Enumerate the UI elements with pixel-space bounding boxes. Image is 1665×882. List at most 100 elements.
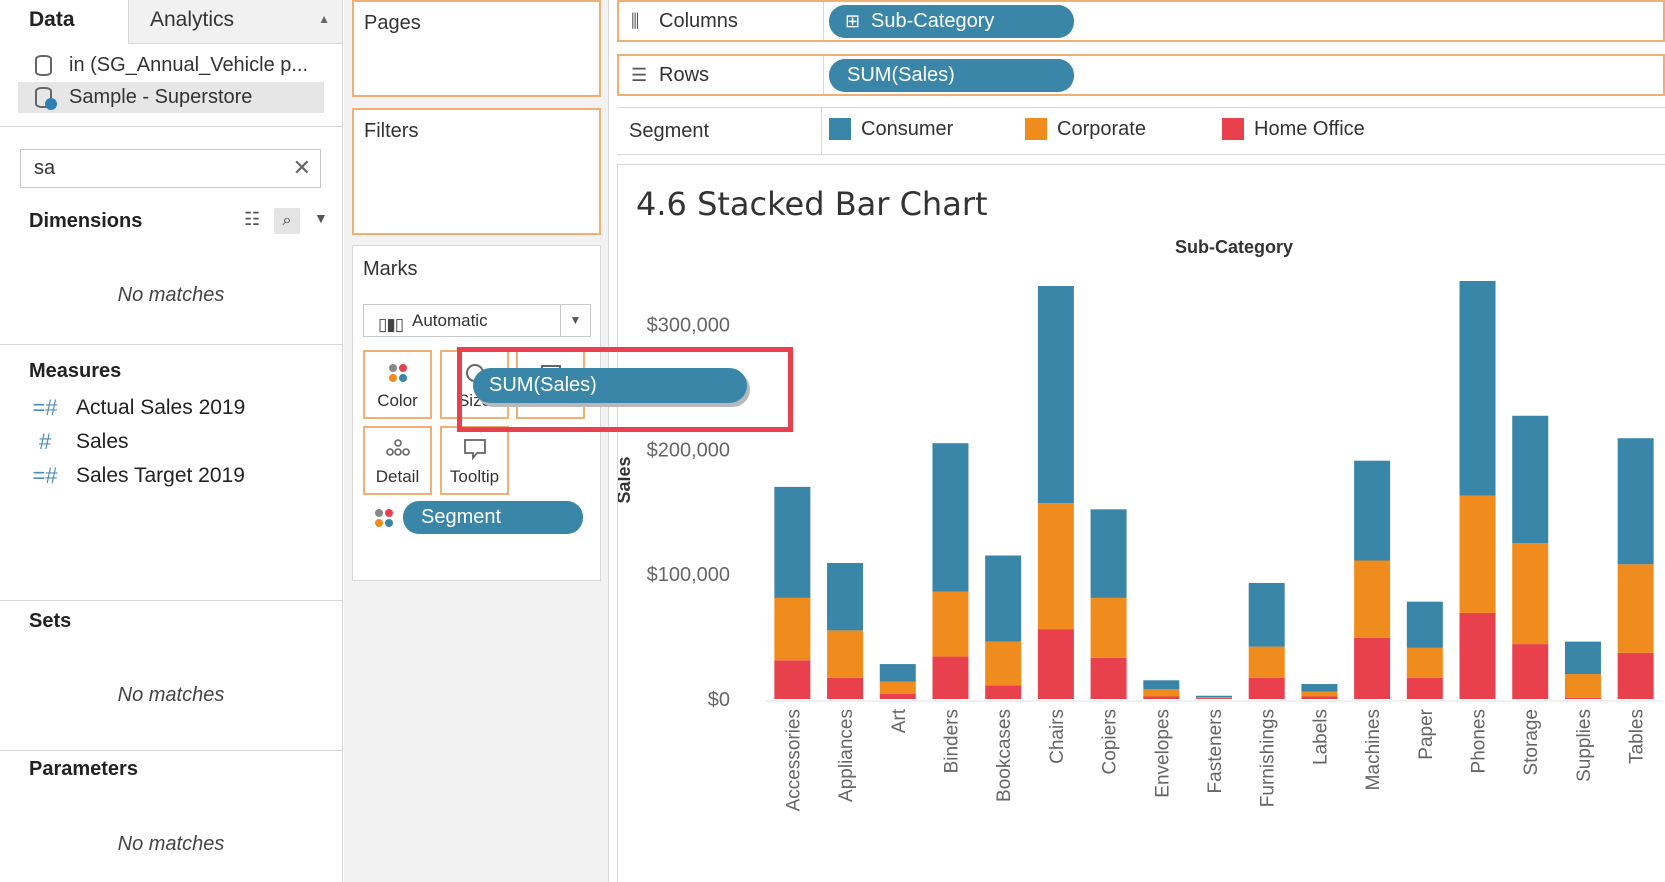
dimensions-toolbar: ☷ ⌕ ▼ xyxy=(240,208,334,234)
bar-segment-home-office xyxy=(985,685,1022,699)
color-button[interactable]: Color xyxy=(363,350,432,419)
parameters-empty: No matches xyxy=(117,833,225,855)
tab-data[interactable]: Data xyxy=(0,0,128,44)
tooltip-icon xyxy=(442,438,507,463)
bar-segment-corporate xyxy=(1248,646,1285,678)
bar-segment-corporate xyxy=(985,641,1022,686)
legend-item-consumer[interactable]: Consumer xyxy=(829,116,953,142)
legend-swatch xyxy=(1025,118,1047,140)
bar-segment-consumer xyxy=(1406,601,1443,648)
legend-item-home-office[interactable]: Home Office xyxy=(1222,116,1365,142)
rows-icon: ☰ xyxy=(631,65,648,85)
datasource-item-selected[interactable]: Sample - Superstore xyxy=(18,82,324,113)
bar-segment-consumer xyxy=(1617,438,1654,565)
tooltip-button[interactable]: Tooltip xyxy=(440,426,509,495)
active-check-icon xyxy=(45,98,57,110)
x-tick-label: Binders xyxy=(941,709,962,773)
detail-button[interactable]: Detail xyxy=(363,426,432,495)
measure-label: Sales xyxy=(76,430,129,453)
bar-segment-corporate xyxy=(879,681,916,695)
x-tick-label: Bookcases xyxy=(994,709,1015,802)
bar-segment-home-office xyxy=(1354,637,1391,699)
bar-segment-consumer xyxy=(1301,684,1338,692)
database-icon xyxy=(35,55,52,76)
bar-segment-consumer xyxy=(1037,285,1074,504)
datasource-item[interactable]: in (SG_Annual_Vehicle p... xyxy=(18,50,324,81)
bar-segment-consumer xyxy=(1354,460,1391,561)
bar-segment-home-office xyxy=(1196,698,1232,699)
list-view-icon[interactable]: ☷ xyxy=(244,209,260,230)
x-tick-label: Appliances xyxy=(836,709,857,802)
bar-segment-consumer xyxy=(879,664,916,682)
bar-segment-consumer xyxy=(1143,680,1180,690)
y-tick-label: $300,000 xyxy=(647,315,730,337)
x-tick-label: Machines xyxy=(1363,709,1384,790)
rows-shelf[interactable]: ☰ Rows SUM(Sales) xyxy=(617,54,1665,96)
bar-segment-corporate xyxy=(1037,503,1074,630)
columns-icon: ⫼ xyxy=(631,11,640,31)
bar-segment-home-office xyxy=(1143,696,1180,699)
filters-shelf[interactable]: Filters xyxy=(352,108,601,235)
bar-segment-home-office xyxy=(1512,644,1549,699)
sum-sales-pill[interactable]: SUM(Sales) xyxy=(829,59,1074,92)
column-header-label: Sub-Category xyxy=(1175,237,1293,257)
rows-label-text: Rows xyxy=(659,64,710,86)
x-tick-label: Art xyxy=(889,708,910,733)
legend-label: Corporate xyxy=(1057,118,1146,140)
x-tick-label: Furnishings xyxy=(1258,709,1279,807)
legend-label: Consumer xyxy=(861,118,954,140)
x-tick-label: Chairs xyxy=(1047,709,1068,764)
mark-type-select[interactable]: ▯▮▯ Automatic ▼ xyxy=(363,304,591,337)
x-tick-label: Fasteners xyxy=(1205,709,1226,793)
calculated-measure-icon: =# xyxy=(32,463,58,488)
sub-category-pill-label: Sub-Category xyxy=(871,10,995,32)
bar-segment-consumer xyxy=(1248,582,1285,647)
data-pane: Data Analytics ▲ in (SG_Annual_Vehicle p… xyxy=(0,0,343,882)
bar-segment-corporate xyxy=(1512,543,1549,645)
chevron-down-icon[interactable]: ▼ xyxy=(314,210,328,226)
bar-segment-consumer xyxy=(1512,415,1549,544)
sub-category-pill[interactable]: ⊞ Sub-Category xyxy=(829,5,1074,38)
bar-segment-corporate xyxy=(1090,597,1127,658)
chevron-down-icon[interactable]: ▼ xyxy=(560,305,590,336)
y-tick-label: $0 xyxy=(708,689,730,711)
legend-swatch xyxy=(829,118,851,140)
stacked-bar-chart: Sub-Category Sales $0 $100,000 $200,000 $300,… xyxy=(618,237,1662,811)
x-tick-label: Storage xyxy=(1521,709,1542,776)
expand-plus-icon[interactable]: ⊞ xyxy=(845,5,860,38)
pages-shelf[interactable]: Pages xyxy=(352,0,601,97)
detail-icon xyxy=(365,438,430,461)
bar-segment-corporate xyxy=(1406,647,1443,678)
divider xyxy=(0,344,342,345)
bar-segment-home-office xyxy=(879,694,916,699)
clear-icon[interactable]: ✕ xyxy=(293,150,311,186)
bar-segment-consumer xyxy=(932,443,969,592)
bar-segment-corporate xyxy=(827,630,864,678)
search-icon[interactable]: ⌕ xyxy=(274,208,300,234)
measure-item[interactable]: =# Sales Target 2019 xyxy=(30,461,245,491)
divider xyxy=(0,750,342,751)
dragging-sum-sales-pill[interactable]: SUM(Sales) xyxy=(473,368,747,403)
bar-segment-home-office xyxy=(1248,677,1285,699)
bar-segment-corporate xyxy=(1301,691,1338,697)
segment-color-pill[interactable]: Segment xyxy=(403,501,583,534)
legend-item-corporate[interactable]: Corporate xyxy=(1025,116,1146,142)
divider xyxy=(0,600,342,601)
measure-item[interactable]: # Sales xyxy=(30,427,129,457)
bar-segment-corporate xyxy=(932,591,969,657)
bar-segment-home-office xyxy=(1090,657,1127,699)
bar-segment-home-office xyxy=(1301,696,1338,699)
dimensions-title: Dimensions xyxy=(29,210,143,232)
bar-segment-home-office xyxy=(932,656,969,699)
tab-analytics[interactable]: Analytics ▲ xyxy=(128,0,342,44)
columns-shelf[interactable]: ⫼ Columns ⊞ Sub-Category xyxy=(617,0,1665,42)
columns-label-text: Columns xyxy=(659,10,738,32)
y-tick-label: $100,000 xyxy=(647,564,730,586)
measure-item[interactable]: =# Actual Sales 2019 xyxy=(30,393,245,423)
search-input[interactable]: sa ✕ xyxy=(20,149,321,188)
measure-label: Sales Target 2019 xyxy=(76,464,245,487)
sets-empty: No matches xyxy=(117,684,225,706)
bar-segment-corporate xyxy=(1196,697,1232,699)
chart-view[interactable]: 4.6 Stacked Bar Chart Sub-Category Sales $… xyxy=(617,164,1665,882)
bar-segment-home-office xyxy=(774,660,811,699)
